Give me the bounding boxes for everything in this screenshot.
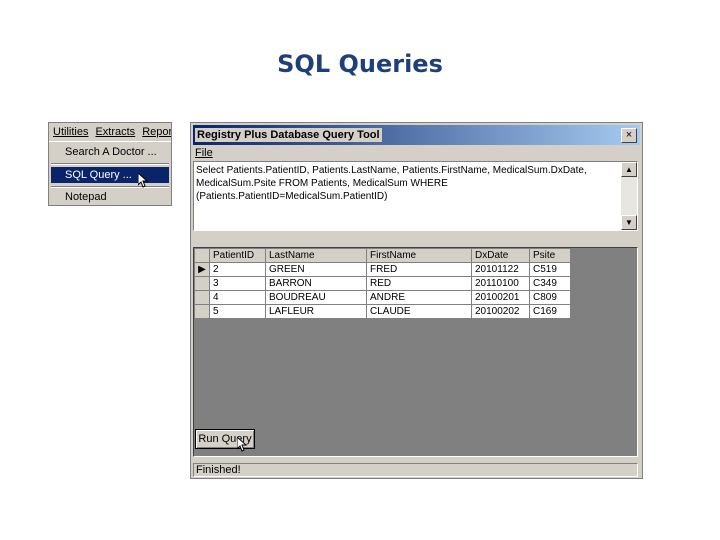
mouse-cursor-icon: [237, 437, 247, 452]
table-cell[interactable]: 20101122: [471, 262, 530, 277]
column-header[interactable]: LastName: [265, 248, 367, 263]
menu-separator: [51, 163, 169, 165]
row-header-corner: [194, 248, 210, 263]
results-table: PatientID LastName FirstName DxDate Psit…: [194, 248, 571, 319]
scroll-down-icon[interactable]: ▼: [621, 215, 637, 230]
menu-reports[interactable]: Reports: [138, 123, 171, 141]
table-cell[interactable]: BARRON: [265, 276, 367, 291]
main-menu-panel: Utilities Extracts Reports Search A Doct…: [48, 122, 172, 206]
table-cell[interactable]: ANDRE: [366, 290, 472, 305]
table-cell[interactable]: C169: [529, 304, 571, 319]
window-menubar: File: [195, 147, 213, 161]
table-cell[interactable]: BOUDREAU: [265, 290, 367, 305]
menu-separator: [51, 186, 169, 188]
column-header[interactable]: PatientID: [209, 248, 266, 263]
table-cell[interactable]: C809: [529, 290, 571, 305]
table-cell[interactable]: 20110100: [471, 276, 530, 291]
menu-file[interactable]: File: [195, 147, 213, 159]
menu-item-search-doctor[interactable]: Search A Doctor ...: [51, 144, 169, 160]
menu-item-notepad[interactable]: Notepad: [51, 189, 169, 205]
row-header[interactable]: [194, 304, 210, 319]
query-tool-window: Registry Plus Database Query Tool × File…: [190, 122, 643, 479]
results-grid: PatientID LastName FirstName DxDate Psit…: [193, 247, 638, 457]
column-header[interactable]: FirstName: [366, 248, 472, 263]
table-row[interactable]: ▶ 2 GREEN FRED 20101122 C519: [194, 262, 571, 277]
column-header[interactable]: DxDate: [471, 248, 530, 263]
table-row[interactable]: 3 BARRON RED 20110100 C349: [194, 276, 571, 291]
table-row[interactable]: 5 LAFLEUR CLAUDE 20100202 C169: [194, 304, 571, 319]
column-header[interactable]: Psite: [529, 248, 571, 263]
slide-title: SQL Queries: [277, 50, 443, 78]
sql-query-textarea[interactable]: Select Patients.PatientID, Patients.Last…: [193, 161, 638, 231]
sql-vertical-scrollbar[interactable]: ▲ ▼: [621, 162, 637, 230]
window-titlebar: Registry Plus Database Query Tool ×: [193, 125, 640, 145]
table-cell[interactable]: C519: [529, 262, 571, 277]
table-cell[interactable]: 5: [209, 304, 266, 319]
table-cell[interactable]: C349: [529, 276, 571, 291]
table-cell[interactable]: LAFLEUR: [265, 304, 367, 319]
status-bar: Finished!: [193, 463, 638, 477]
scroll-up-icon[interactable]: ▲: [621, 162, 637, 177]
menu-extracts[interactable]: Extracts: [91, 123, 138, 141]
table-cell[interactable]: GREEN: [265, 262, 367, 277]
table-cell[interactable]: 20100202: [471, 304, 530, 319]
mouse-cursor-icon: [138, 173, 148, 188]
table-cell[interactable]: 2: [209, 262, 266, 277]
menu-utilities[interactable]: Utilities: [49, 123, 91, 141]
table-cell[interactable]: RED: [366, 276, 472, 291]
sql-query-text: Select Patients.PatientID, Patients.Last…: [196, 165, 587, 202]
table-header-row: PatientID LastName FirstName DxDate Psit…: [194, 248, 571, 263]
table-cell[interactable]: CLAUDE: [366, 304, 472, 319]
table-cell[interactable]: 4: [209, 290, 266, 305]
table-row[interactable]: 4 BOUDREAU ANDRE 20100201 C809: [194, 290, 571, 305]
utilities-dropdown: Search A Doctor ... SQL Query ... Notepa…: [49, 141, 171, 205]
window-title: Registry Plus Database Query Tool: [195, 128, 382, 142]
table-cell[interactable]: 3: [209, 276, 266, 291]
row-header[interactable]: [194, 290, 210, 305]
current-row-indicator-icon: ▶: [194, 262, 210, 277]
table-cell[interactable]: FRED: [366, 262, 472, 277]
main-menubar: Utilities Extracts Reports: [49, 123, 171, 141]
row-header[interactable]: [194, 276, 210, 291]
menu-item-sql-query[interactable]: SQL Query ...: [51, 167, 169, 183]
close-button[interactable]: ×: [621, 128, 637, 143]
table-cell[interactable]: 20100201: [471, 290, 530, 305]
